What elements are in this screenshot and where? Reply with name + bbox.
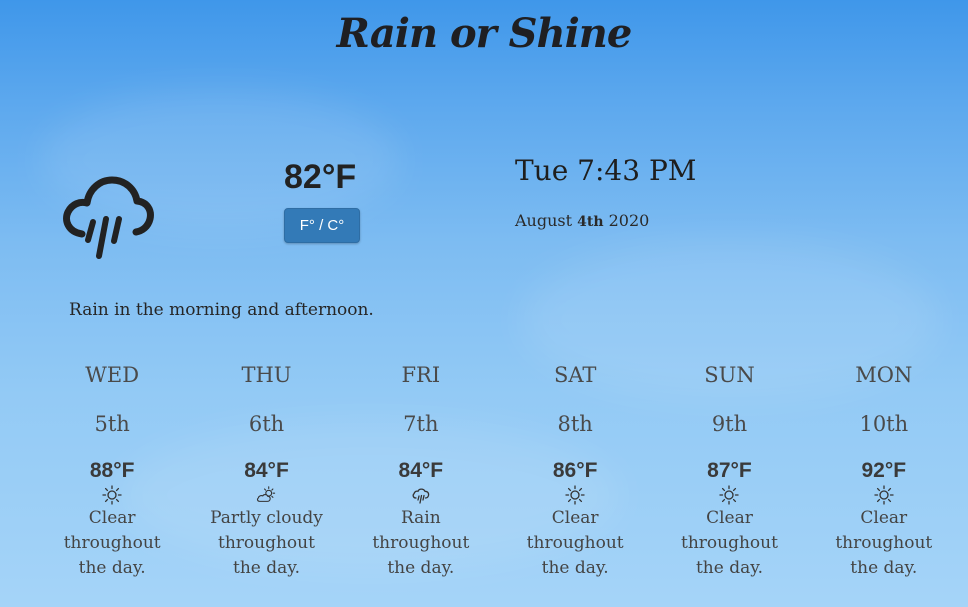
- sun-icon: [652, 484, 806, 506]
- rain-icon: [344, 484, 498, 506]
- date-day: 4th: [577, 214, 604, 230]
- forecast-day: FRI 7th 84°F Rain throughout the day.: [344, 360, 498, 581]
- rain-icon: [60, 172, 154, 264]
- sun-icon: [35, 484, 189, 506]
- forecast-day-date: 7th: [403, 412, 439, 436]
- forecast-day-name: WED: [85, 363, 140, 387]
- current-datetime: Tue 7:43 PM: [515, 154, 697, 187]
- unit-toggle-button[interactable]: F° / C°: [284, 208, 360, 243]
- forecast-day-date: 6th: [248, 412, 285, 436]
- forecast-day-temp: 92°F: [861, 459, 907, 482]
- weather-summary: Rain in the morning and afternoon.: [69, 300, 374, 320]
- forecast-day-name: SUN: [704, 363, 755, 387]
- app-title: Rain or Shine: [336, 10, 633, 57]
- forecast-day-name: MON: [855, 363, 913, 387]
- forecast-day-desc: Clear throughout the day.: [63, 508, 161, 578]
- sun-icon: [807, 484, 961, 506]
- current-temperature: 82°F: [284, 158, 357, 196]
- forecast-day: MON 10th 92°F Clear throughout the day.: [807, 360, 961, 581]
- date-month: August: [515, 211, 573, 230]
- forecast-day-name: FRI: [401, 363, 441, 387]
- forecast-day-temp: 84°F: [398, 459, 444, 482]
- date-year: 2020: [608, 211, 650, 230]
- forecast-day-desc: Clear throughout the day.: [835, 508, 933, 578]
- forecast-day-temp: 86°F: [552, 459, 598, 482]
- forecast-day-temp: 87°F: [707, 459, 752, 482]
- forecast-day-temp: 84°F: [244, 459, 289, 482]
- forecast-day: SAT 8th 86°F Clear throughout the day.: [498, 360, 652, 581]
- sun-icon: [498, 484, 652, 506]
- forecast-day-name: SAT: [553, 363, 597, 387]
- forecast-day: WED 5th 88°F Clear throughout the day.: [35, 360, 189, 581]
- forecast-day-date: 10th: [859, 412, 909, 436]
- current-date: August 4th 2020: [515, 211, 649, 230]
- forecast-day-desc: Clear throughout the day.: [681, 508, 778, 578]
- forecast-day-desc: Clear throughout the day.: [526, 508, 624, 578]
- forecast-day: THU 6th 84°F Partly cloudy throughout th…: [189, 360, 343, 581]
- forecast-day-temp: 88°F: [89, 459, 135, 482]
- forecast-day-date: 8th: [557, 412, 593, 436]
- forecast-day-desc: Rain throughout the day.: [372, 508, 470, 578]
- partly-cloudy-icon: [189, 484, 343, 506]
- forecast-day-date: 9th: [711, 412, 748, 436]
- forecast-row: WED 5th 88°F Clear throughout the day. T…: [35, 360, 961, 581]
- forecast-day-name: THU: [241, 363, 292, 387]
- forecast-day-desc: Partly cloudy throughout the day.: [210, 508, 323, 578]
- forecast-day: SUN 9th 87°F Clear throughout the day.: [652, 360, 806, 581]
- forecast-day-date: 5th: [94, 412, 130, 436]
